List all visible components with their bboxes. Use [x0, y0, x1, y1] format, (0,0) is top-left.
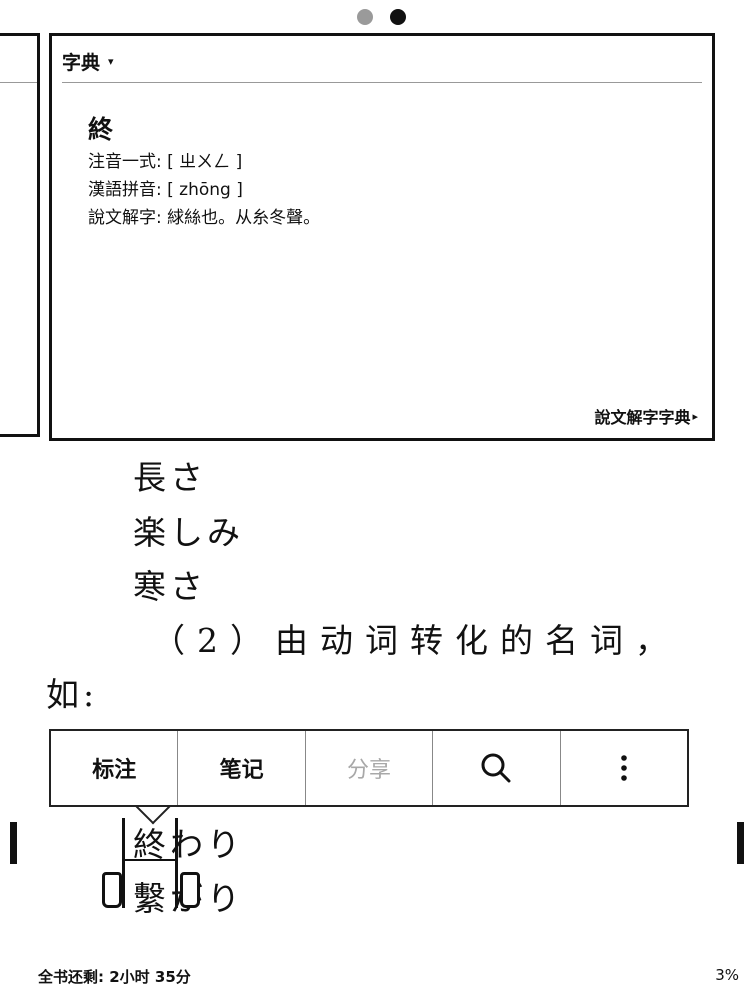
- right-margin-marker: [737, 822, 744, 864]
- search-icon: [481, 753, 511, 783]
- open-dictionary-link[interactable]: 說文解字字典 ▸: [594, 404, 698, 428]
- selection-handle-end[interactable]: [180, 872, 200, 908]
- dictionary-label: 字典: [62, 51, 101, 74]
- arrow-right-icon: ▸: [692, 409, 698, 423]
- selection-toolbar: 标注 笔记 分享: [49, 729, 689, 807]
- reading-progress: 3%: [715, 966, 739, 984]
- search-button[interactable]: [433, 731, 561, 805]
- zhuyin-line: 注音一式: [ ㄓㄨㄥ ]: [88, 152, 243, 172]
- dictionary-card: 字典 ▾ 終 注音一式: [ ㄓㄨㄥ ] 漢語拼音: [ zhōng ] 說文解…: [49, 33, 715, 441]
- pinyin-line: 漢語拼音: [ zhōng ]: [88, 180, 243, 200]
- divider: [62, 82, 702, 83]
- book-text-line: （2）由动词转化的名词，: [152, 621, 680, 660]
- share-button[interactable]: 分享: [306, 731, 434, 805]
- divider: [0, 82, 37, 83]
- page-dot-1: [357, 9, 373, 25]
- dropdown-caret-icon: ▾: [108, 54, 114, 68]
- text-selection: [122, 818, 178, 908]
- note-button[interactable]: 笔记: [178, 731, 306, 805]
- more-vertical-icon: [621, 755, 627, 781]
- previous-dictionary-card[interactable]: [0, 33, 40, 437]
- dictionary-source-label: 說文解字字典: [594, 408, 691, 427]
- shuowen-line: 說文解字: 絿絲也。从糸冬聲。: [88, 208, 321, 228]
- page-dot-2: [390, 9, 406, 25]
- selection-underline: [125, 859, 175, 861]
- dictionary-selector[interactable]: 字典 ▾: [62, 46, 114, 76]
- definition-block: 注音一式: [ ㄓㄨㄥ ] 漢語拼音: [ zhōng ] 說文解字: 絿絲也。…: [88, 148, 320, 232]
- more-button[interactable]: [561, 731, 687, 805]
- left-margin-marker: [10, 822, 17, 864]
- book-text-line: 寒さ: [133, 567, 207, 606]
- time-remaining: 全书还剩: 2小时 35分: [38, 968, 191, 986]
- book-text-line: 長さ: [133, 458, 207, 497]
- book-text-line: 楽しみ: [133, 513, 244, 552]
- book-text-line: 如:: [46, 675, 99, 714]
- headword: 終: [88, 115, 114, 144]
- selection-handle-start[interactable]: [102, 872, 122, 908]
- highlight-button[interactable]: 标注: [51, 731, 179, 805]
